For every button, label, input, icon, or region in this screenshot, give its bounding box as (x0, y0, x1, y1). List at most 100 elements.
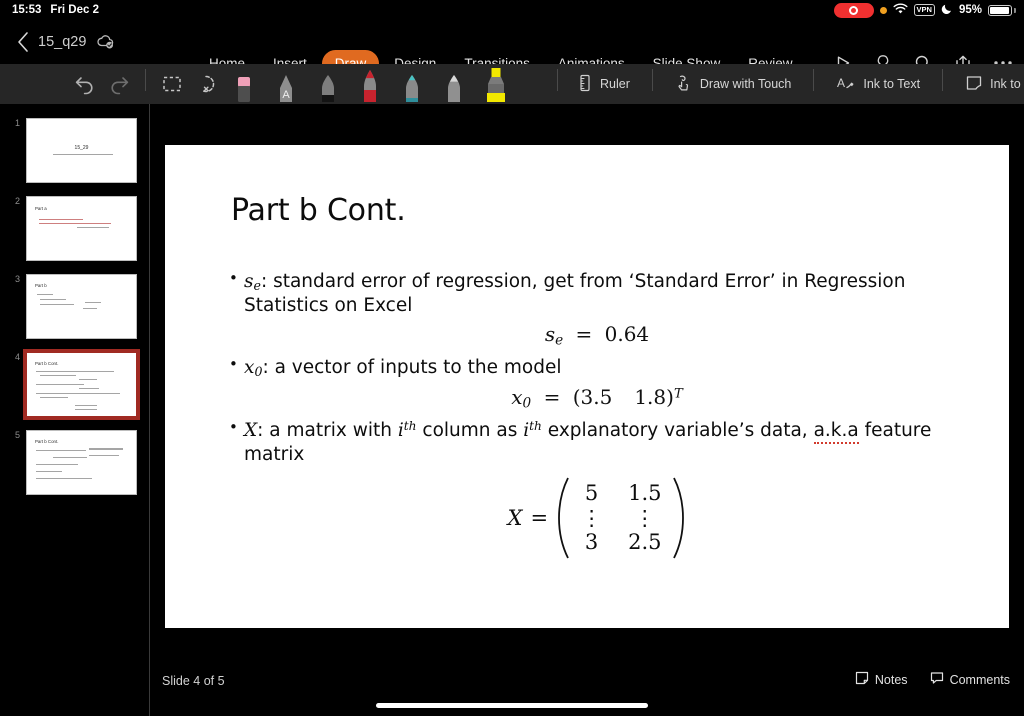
draw-ribbon-left-group: A (68, 64, 517, 104)
slide-thumbnail-2[interactable]: Part a (26, 196, 137, 261)
document-title[interactable]: 15_q29 (38, 34, 86, 50)
lasso-select-tool[interactable] (155, 64, 189, 104)
draw-ribbon: A Ruler Draw with Touch A Ink to Text In… (0, 64, 1024, 104)
ink-to-text-label: Ink to Text (863, 77, 921, 91)
equation-se-lhs: s (544, 321, 556, 346)
ink-to-text-icon: A (836, 74, 856, 95)
svg-text:A: A (282, 89, 290, 101)
draw-with-touch-label: Draw with Touch (699, 77, 792, 91)
notes-label: Notes (874, 672, 908, 687)
equation-x0-sub: 0 (522, 394, 532, 411)
matrix-cell: 2.5 (628, 530, 662, 555)
redo-icon[interactable] (102, 64, 136, 104)
notes-button[interactable]: Notes (855, 671, 908, 688)
bullet-text-se: : standard error of regression, get from… (244, 271, 906, 317)
equation-matrix-X: X = 5 1.5 ⋮ ⋮ 3 2.5 (227, 476, 967, 560)
equation-se: se = 0.64 (227, 322, 967, 348)
draw-with-touch-icon (675, 74, 693, 95)
bullet-text-x0: : a vector of inputs to the model (262, 357, 562, 379)
slide-thumbnail-5[interactable]: Part b Cont. (26, 430, 137, 495)
ruler-button[interactable]: Ruler (564, 64, 643, 104)
bottom-status-bar: Slide 4 of 5 Notes Comments (150, 666, 1024, 716)
thumbnail-row-1[interactable]: 1 15_29 (0, 112, 149, 190)
matrix-right-paren (672, 476, 686, 560)
cloud-saved-icon[interactable] (96, 32, 116, 52)
equation-se-rhs: 0.64 (604, 321, 650, 346)
equation-se-sub: e (555, 332, 564, 349)
matrix-cell: ⋮ (634, 505, 656, 530)
thumbnail-number: 4 (15, 352, 21, 362)
slide-thumbnail-1[interactable]: 15_29 (26, 118, 137, 183)
slide-body-content[interactable]: se : standard error of regression, get fr… (227, 269, 967, 560)
black-pen-tool[interactable] (307, 64, 349, 104)
matrix-left-paren (556, 476, 570, 560)
matrix-op: = (530, 506, 549, 531)
status-bar-right: VPN 95% (833, 2, 1016, 18)
status-bar-left: 15:53 Fri Dec 2 (12, 4, 99, 16)
yellow-highlighter-tool[interactable] (475, 64, 517, 104)
toolbar-divider (145, 69, 146, 91)
ink-to-text-button[interactable]: A Ink to Text (823, 64, 933, 104)
matrix-cell: 5 (584, 480, 599, 505)
equation-x0-v1: 3.5 (580, 384, 613, 409)
battery-percent-label: 95% (958, 4, 982, 16)
ruler-label: Ruler (600, 77, 630, 91)
svg-text:A: A (837, 76, 845, 90)
thumbnail-title: Part a (35, 206, 47, 211)
thumbnail-number: 2 (15, 196, 21, 206)
ink-to-shape-label: Ink to Shape (990, 77, 1024, 91)
thumbnail-row-5[interactable]: 5 Part b Cont. (0, 424, 149, 502)
toolbar-divider-4 (813, 69, 815, 91)
slide-thumbnail-3[interactable]: Part b (26, 274, 137, 339)
slide-counter: Slide 4 of 5 (162, 674, 225, 688)
grey-pencil-tool[interactable] (433, 64, 475, 104)
slide-thumbnail-pane[interactable]: 1 15_29 2 Part a 3 Part b 4 Part b Cont.… (0, 104, 150, 716)
slide-editing-stage[interactable]: Part b Cont. se : standard error of regre… (150, 104, 1024, 716)
slide-title[interactable]: Part b Cont. (231, 193, 406, 228)
red-pen-tool[interactable] (349, 64, 391, 104)
spellcheck-word: a.k.a (813, 419, 859, 444)
thumbnail-row-2[interactable]: 2 Part a (0, 190, 149, 268)
home-indicator[interactable] (376, 703, 648, 708)
slide-thumbnail-4[interactable]: Part b Cont. (23, 349, 140, 420)
draw-with-touch-button[interactable]: Draw with Touch (662, 64, 804, 104)
equation-x0: x0 = (3.5 1.8)T (511, 384, 683, 411)
status-date: Fri Dec 2 (50, 4, 99, 16)
comments-label: Comments (949, 672, 1010, 687)
thumbnail-number: 3 (15, 274, 21, 284)
current-slide-canvas[interactable]: Part b Cont. se : standard error of regre… (165, 145, 1009, 628)
thumbnail-number: 5 (15, 430, 21, 440)
ruler-icon (577, 74, 593, 95)
bottom-bar-actions: Notes Comments (855, 671, 1010, 688)
matrix-cell: ⋮ (581, 505, 603, 530)
vpn-badge: VPN (913, 4, 935, 16)
undo-icon[interactable] (68, 64, 102, 104)
back-button[interactable] (10, 29, 36, 55)
thumbnail-row-4[interactable]: 4 Part b Cont. (0, 346, 149, 424)
matrix-grid: 5 1.5 ⋮ ⋮ 3 2.5 (578, 480, 664, 555)
equation-se-op: = (575, 321, 593, 346)
ink-to-shape-button[interactable]: Ink to Shape (952, 64, 1024, 104)
ink-to-text-pen-tool[interactable]: A (265, 64, 307, 104)
thumbnail-title: 15_29 (74, 145, 89, 151)
eraser-tool[interactable] (223, 64, 265, 104)
equation-x0-transpose: T (673, 386, 683, 402)
wifi-icon (893, 3, 908, 18)
equation-x0-op: = (543, 384, 561, 409)
battery-icon (988, 4, 1016, 16)
thumbnail-row-3[interactable]: 3 Part b (0, 268, 149, 346)
status-time: 15:53 (12, 4, 42, 16)
bullet-item-x0: x0: a vector of inputs to the model (227, 355, 967, 380)
thumbnail-number: 1 (15, 118, 21, 128)
thumbnail-title: Part b Cont. (35, 361, 59, 366)
teal-pen-tool[interactable] (391, 64, 433, 104)
equation-x0-v2: 1.8 (634, 384, 667, 409)
thumbnail-title: Part b (35, 283, 47, 288)
ink-select-tool[interactable] (189, 64, 223, 104)
matrix-cell: 1.5 (628, 480, 662, 505)
comments-icon (930, 671, 944, 688)
matrix-lhs: X (507, 506, 523, 531)
comments-button[interactable]: Comments (930, 671, 1010, 688)
ink-to-shape-icon (965, 74, 983, 95)
toolbar-divider-5 (942, 69, 944, 91)
